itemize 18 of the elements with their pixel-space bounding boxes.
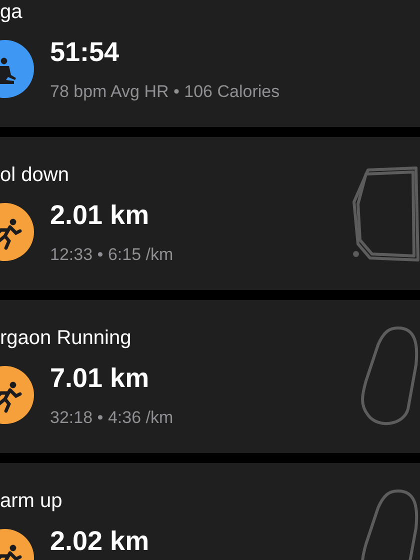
workout-value: 7.01 km [50, 362, 150, 394]
workout-stats: 32:18 • 4:36 /km [50, 407, 174, 429]
workout-title: ol down [0, 163, 70, 188]
workout-stats: 12:33 • 6:15 /km [50, 244, 174, 266]
workout-title: ga [0, 0, 24, 25]
workout-card[interactable]: ol down 2.01 km 12:33 • 6:15 /km [0, 137, 420, 290]
workout-title: arm up [0, 489, 64, 514]
workout-card[interactable]: ga 51:54 78 bpm Avg HR • 106 Calories [0, 0, 420, 127]
runner-icon [0, 366, 34, 424]
workout-value: 51:54 [50, 36, 120, 68]
runner-icon [0, 203, 34, 261]
workout-card[interactable]: rgaon Running 7.01 km 32:18 • 4:36 /km [0, 300, 420, 453]
workout-stats: 78 bpm Avg HR • 106 Calories [50, 81, 280, 103]
workout-card[interactable]: arm up 2.02 km [0, 463, 420, 560]
workout-title: rgaon Running [0, 326, 132, 351]
workout-value: 2.02 km [50, 525, 150, 557]
workout-value: 2.01 km [50, 199, 150, 231]
meditation-icon [0, 40, 34, 98]
